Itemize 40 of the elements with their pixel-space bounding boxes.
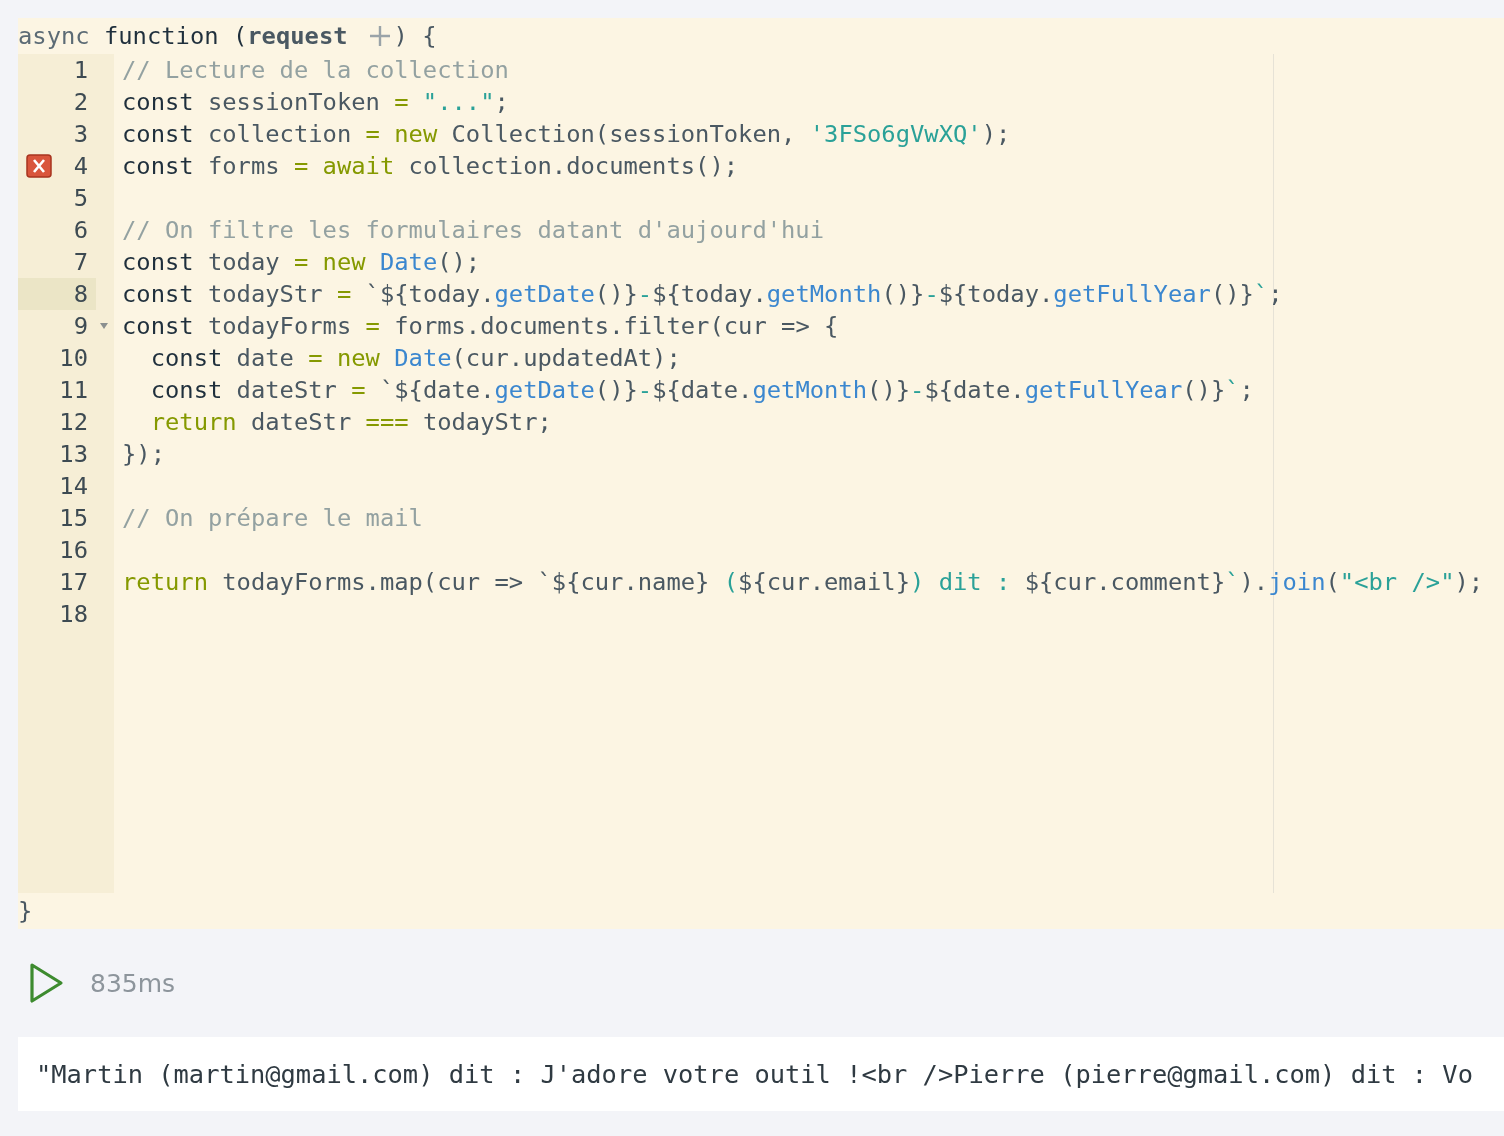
code-line: return todayForms.map(cur => `${cur.name} (${cur.email}) dit : ${cur.comment}`).join("<br />"); xyxy=(122,567,1485,598)
line-number: 7 xyxy=(72,247,89,278)
line-number: 17 xyxy=(58,567,89,598)
closing-brace: } xyxy=(18,896,34,927)
line-number: 1 xyxy=(72,55,89,86)
code-line: const forms = await collection.documents(); xyxy=(122,151,740,182)
line-number: 11 xyxy=(58,375,89,406)
add-parameter-icon[interactable] xyxy=(367,24,392,48)
line-number: 3 xyxy=(72,119,89,150)
line-number: 2 xyxy=(72,87,89,118)
run-duration: 835ms xyxy=(90,968,176,998)
line-number: 12 xyxy=(58,407,89,438)
code-comment: // Lecture de la collection xyxy=(122,55,510,86)
output-text: "Martin (martin@gmail.com) dit : J'adore votre outil !<br />Pierre (pierre@gmail.com) dit : Vo xyxy=(36,1059,1473,1089)
line-number: 8 xyxy=(18,278,96,310)
code-line: return dateStr === todayStr; xyxy=(149,407,553,438)
line-number: 18 xyxy=(58,599,89,630)
code-line: const today = new Date(); xyxy=(122,247,482,278)
line-number: 4 xyxy=(72,151,89,182)
code-comment: // On prépare le mail xyxy=(122,503,424,534)
code-line: const dateStr = `${date.getDate()}-${date.getMonth()}-${date.getFullYear()}`; xyxy=(149,375,1255,406)
code-line: const sessionToken = "..."; xyxy=(122,87,510,118)
code-line: const date = new Date(cur.updatedAt); xyxy=(149,343,682,374)
line-number: 5 xyxy=(72,183,89,214)
line-number: 6 xyxy=(72,215,89,246)
line-number: 14 xyxy=(58,471,89,502)
function-signature: async function (request xyxy=(18,22,348,50)
line-number: 13 xyxy=(58,439,89,470)
line-number: 10 xyxy=(58,343,89,374)
line-number: 16 xyxy=(58,535,89,566)
signature-end: ) { xyxy=(393,22,437,50)
line-number: 9 xyxy=(72,311,89,342)
fold-caret-icon[interactable] xyxy=(100,323,108,329)
code-comment: // On filtre les formulaires datant d'aujourd'hui xyxy=(122,215,826,246)
code-line: const todayStr = `${today.getDate()}-${today.getMonth()}-${today.getFullYear()}`; xyxy=(122,279,1284,310)
code-line: const todayForms = forms.documents.filter(cur => { xyxy=(122,311,840,342)
code-line: }); xyxy=(122,439,166,470)
line-number: 15 xyxy=(58,503,89,534)
code-line: const collection = new Collection(sessionToken, '3FSo6gVwXQ'); xyxy=(122,119,1012,150)
run-icon[interactable] xyxy=(28,962,64,1004)
